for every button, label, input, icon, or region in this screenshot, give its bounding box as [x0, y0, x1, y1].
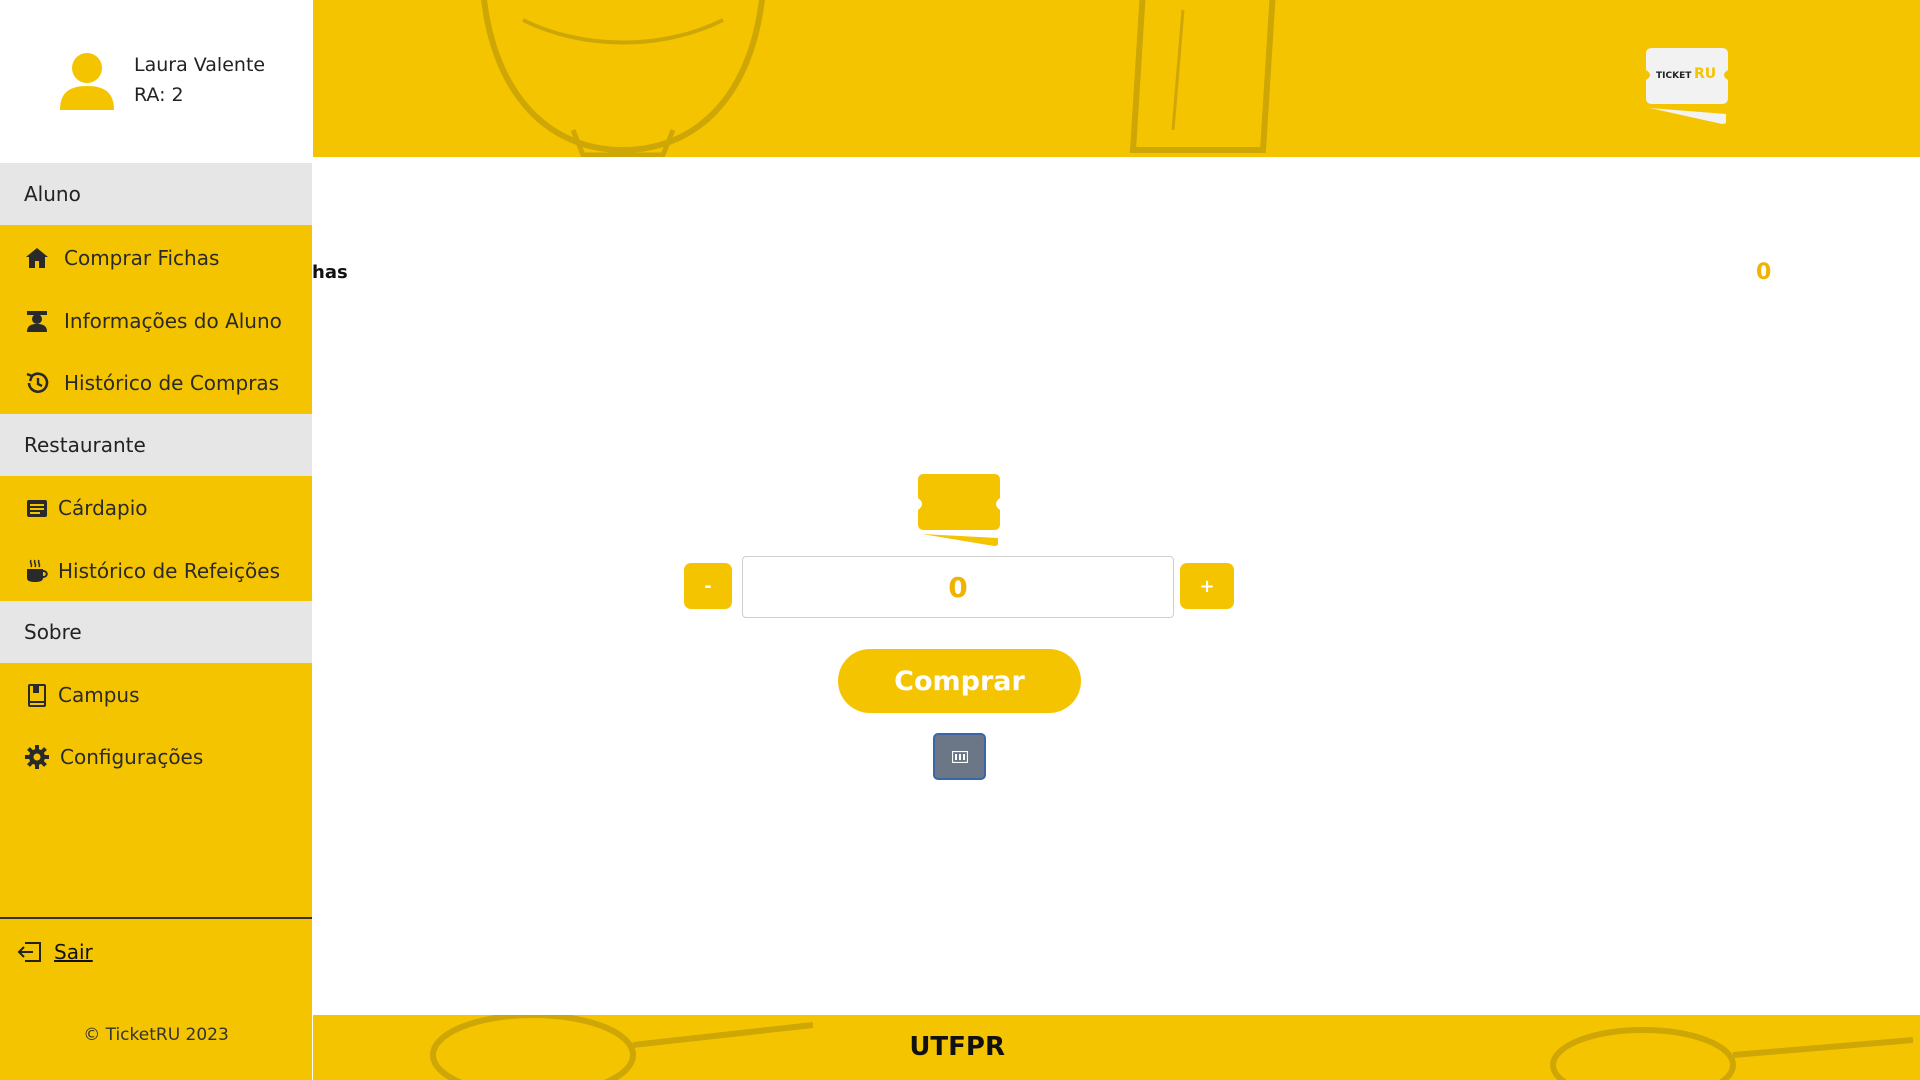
sidebar-item-label: Histórico de Refeições	[58, 559, 280, 583]
bowl-illustration	[481, 0, 765, 157]
sidebar-item-label: Cárdapio	[58, 496, 148, 520]
logout-link[interactable]: Sair	[16, 940, 93, 964]
section-restaurante: Restaurante	[0, 414, 312, 476]
sidebar-item-label: Informações do Aluno	[64, 309, 282, 333]
buy-button[interactable]: Comprar	[838, 649, 1081, 713]
sidebar: Laura Valente RA: 2 Aluno Comprar Fichas…	[0, 0, 312, 1080]
book-icon	[28, 684, 46, 707]
sidebar-item-comprar-fichas[interactable]: Comprar Fichas	[0, 227, 312, 289]
section-aluno: Aluno	[0, 163, 312, 225]
sidebar-divider	[0, 917, 312, 919]
history-icon	[26, 372, 49, 393]
sidebar-item-label: Histórico de Compras	[64, 371, 280, 395]
sidebar-item-cardapio[interactable]: Cárdapio	[0, 477, 312, 539]
sidebar-item-configuracoes[interactable]: Configurações	[0, 726, 312, 788]
keyboard-icon	[951, 750, 968, 763]
footer-pan-illustration	[1550, 1027, 1913, 1080]
home-icon	[26, 248, 48, 268]
copyright: © TicketRU 2023	[83, 1025, 229, 1045]
gear-icon	[25, 745, 49, 769]
keyboard-button[interactable]	[933, 733, 986, 780]
footer-label: UTFPR	[909, 1032, 1005, 1062]
ticket-icon	[918, 474, 1000, 546]
sidebar-item-campus[interactable]: Campus	[0, 664, 312, 726]
header-banner: TICKET RU	[313, 0, 1920, 157]
coffee-icon	[27, 559, 48, 582]
sidebar-item-historico-de-compras[interactable]: Histórico de Compras	[0, 352, 312, 414]
sidebar-item-label: Campus	[58, 683, 140, 707]
logo-text-ticket: TICKET	[1656, 71, 1692, 81]
cup-illustration	[1129, 0, 1276, 153]
menu-card-icon	[27, 500, 47, 517]
tickets-label: has	[312, 262, 348, 283]
user-name: Laura Valente	[134, 54, 266, 76]
sidebar-item-label: Configurações	[60, 745, 204, 769]
footer: UTFPR	[313, 1015, 1920, 1080]
quantity-input[interactable]	[742, 556, 1174, 618]
sidebar-item-label: Comprar Fichas	[64, 246, 220, 270]
logout-icon	[17, 942, 41, 962]
user-avatar-icon	[60, 53, 114, 110]
ticketru-logo: TICKET RU	[1646, 48, 1728, 124]
logo-text-ru: RU	[1694, 66, 1716, 82]
section-sobre: Sobre	[0, 601, 312, 663]
user-ra: RA: 2	[134, 84, 184, 106]
ticket-count: 0	[1756, 260, 1772, 285]
user-profile: Laura Valente RA: 2	[0, 0, 312, 163]
sidebar-item-historico-de-refeicoes[interactable]: Histórico de Refeições	[0, 540, 312, 602]
increment-button[interactable]: +	[1180, 563, 1234, 609]
logout-label: Sair	[54, 940, 93, 964]
student-icon	[27, 311, 47, 332]
sidebar-item-informacoes-do-aluno[interactable]: Informações do Aluno	[0, 290, 312, 352]
decrement-button[interactable]: -	[684, 563, 732, 609]
